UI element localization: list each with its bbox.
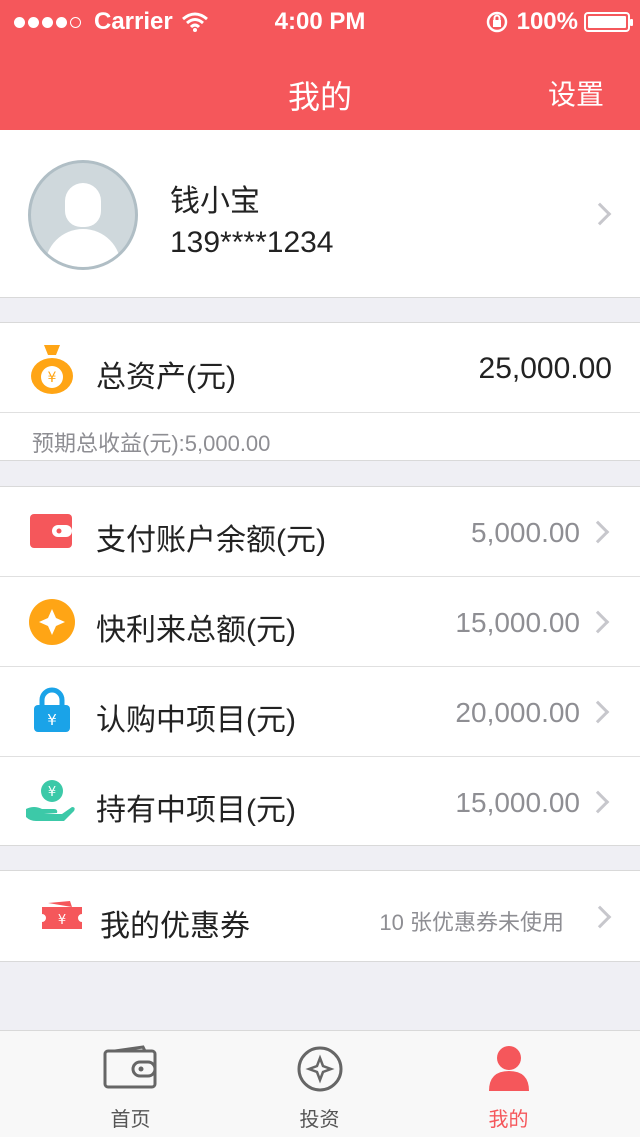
item-label: 认购中项目(元) — [96, 704, 296, 737]
chevron-right-icon — [588, 905, 612, 929]
svg-text:¥: ¥ — [48, 785, 56, 800]
coupon-row[interactable]: ¥ 我的优惠券 10 张优惠券未使用 — [0, 870, 640, 962]
chevron-right-icon — [586, 520, 610, 544]
wallet-icon — [30, 514, 72, 548]
battery-icon — [584, 12, 633, 32]
person-icon — [488, 1046, 529, 1091]
compass-icon — [297, 1046, 342, 1092]
page-title: 我的 — [287, 79, 352, 115]
expected-earnings: 预期总收益(元):5,000.00 — [32, 431, 271, 456]
lock-icon: ¥ — [34, 687, 70, 732]
money-bag-icon: ¥ — [31, 345, 73, 394]
profile-name: 钱小宝 — [170, 185, 260, 218]
avatar — [28, 160, 138, 270]
list-item-holding[interactable]: ¥ 持有中项目(元) 15,000.00 — [0, 757, 640, 847]
profile-phone: 139****1234 — [170, 226, 334, 259]
chevron-right-icon — [586, 700, 610, 724]
battery-percent: 100% — [516, 8, 578, 35]
tab-label: 首页 — [110, 1109, 151, 1131]
item-value: 15,000.00 — [455, 607, 580, 638]
total-assets-row: ¥ 总资产(元) 25,000.00 — [0, 323, 640, 413]
tab-invest[interactable]: 投资 — [213, 1031, 426, 1137]
item-label: 持有中项目(元) — [96, 794, 296, 827]
hand-coin-icon: ¥ — [26, 780, 75, 821]
svg-text:¥: ¥ — [58, 913, 66, 928]
item-label: 快利来总额(元) — [96, 614, 296, 647]
nav-bar: 我的 设置 — [0, 42, 640, 130]
rotation-lock-icon — [486, 11, 507, 33]
total-assets-value: 25,000.00 — [478, 352, 612, 385]
wallet-icon — [103, 1045, 156, 1089]
balance-list: 支付账户余额(元) 5,000.00 快利来总额(元) 15,000.00 ¥ … — [0, 486, 640, 846]
chevron-right-icon — [588, 202, 612, 226]
coupon-label: 我的优惠券 — [100, 910, 250, 943]
ticket-icon: ¥ — [42, 901, 82, 929]
svg-text:¥: ¥ — [48, 370, 57, 386]
diamond-coin-icon — [29, 599, 75, 645]
item-value: 20,000.00 — [455, 697, 580, 728]
total-assets-label: 总资产(元) — [96, 361, 236, 394]
tab-label: 我的 — [488, 1109, 529, 1131]
assets-card: ¥ 总资产(元) 25,000.00 预期总收益(元):5,000.00 — [0, 322, 640, 461]
tab-home[interactable]: 首页 — [24, 1031, 237, 1137]
chevron-right-icon — [586, 610, 610, 634]
list-item-subscribing[interactable]: ¥ 认购中项目(元) 20,000.00 — [0, 667, 640, 757]
chevron-right-icon — [586, 790, 610, 814]
status-right: 100% — [485, 8, 633, 36]
coupon-count: 10 张优惠券未使用 — [379, 910, 564, 935]
item-value: 5,000.00 — [471, 517, 580, 548]
svg-text:¥: ¥ — [47, 711, 57, 729]
settings-button[interactable]: 设置 — [548, 73, 604, 113]
list-item-payment-balance[interactable]: 支付账户余额(元) 5,000.00 — [0, 487, 640, 577]
profile-card[interactable]: 钱小宝 139****1234 — [0, 130, 640, 298]
list-item-kuaililai[interactable]: 快利来总额(元) 15,000.00 — [0, 577, 640, 667]
tab-label: 投资 — [299, 1109, 340, 1131]
item-label: 支付账户余额(元) — [96, 524, 326, 557]
tab-bar: 首页 投资 我的 — [0, 1030, 640, 1137]
status-bar: Carrier 4:00 PM 100% — [0, 0, 640, 42]
tab-mine[interactable]: 我的 — [402, 1031, 615, 1137]
item-value: 15,000.00 — [455, 787, 580, 818]
